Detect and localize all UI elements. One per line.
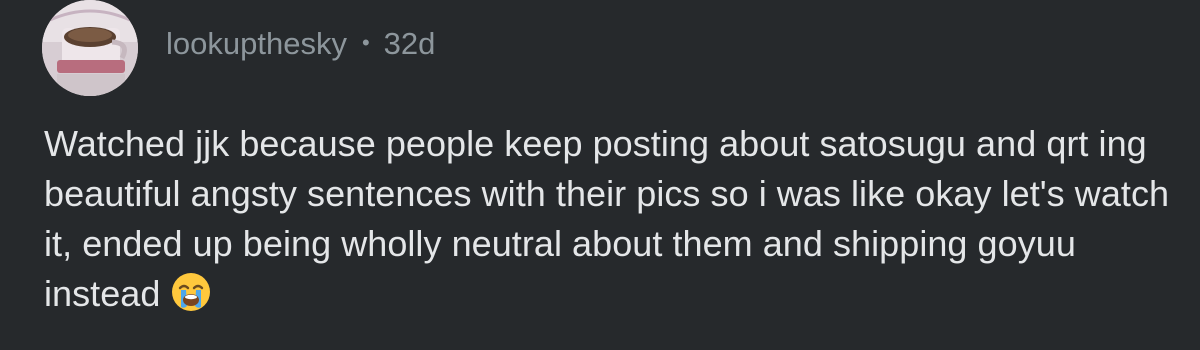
comment-body: Watched jjk because people keep posting …: [44, 119, 1174, 319]
avatar-image: [42, 0, 138, 96]
comment-card: lookupthesky • 32d Watched jjk because p…: [0, 0, 1200, 350]
username-link[interactable]: lookupthesky: [166, 26, 347, 62]
comment-meta: lookupthesky • 32d: [166, 22, 435, 66]
emoji-graphic: [172, 273, 211, 311]
avatar[interactable]: [42, 0, 138, 96]
comment-text: Watched jjk because people keep posting …: [44, 123, 1170, 314]
meta-separator: •: [361, 30, 370, 55]
timestamp: 32d: [383, 26, 436, 61]
loudly-crying-face-icon: [170, 271, 212, 313]
